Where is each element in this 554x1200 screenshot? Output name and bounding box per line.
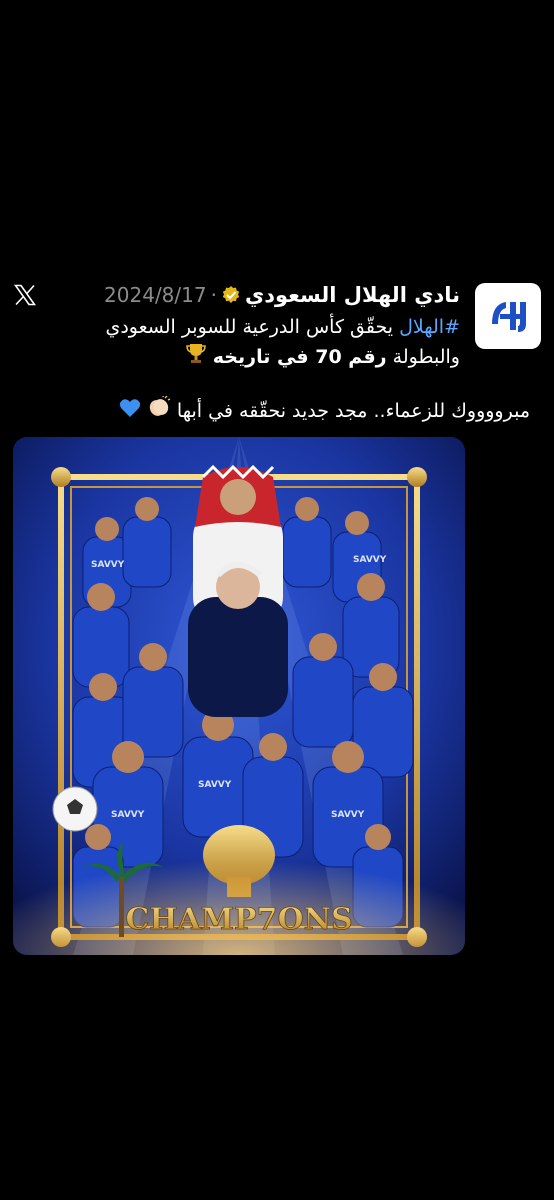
verified-badge-icon: [222, 286, 240, 303]
post-media-image[interactable]: SAVVY SAVVY SAVVY SAVVY SAVVY CHAMP7ONS: [13, 437, 465, 955]
post-line-1: #الهلال يحقّق كأس الدرعية للسوبر السعودي: [20, 312, 460, 342]
post-line-3: مبرووووك للزعماء.. مجد جديد نحقّقه في أب…: [20, 394, 530, 427]
x-logo-icon[interactable]: [13, 284, 37, 306]
al-hilal-logo-icon: [492, 302, 526, 332]
post-line-2: والبطولة رقم 70 في تاريخه: [20, 342, 460, 373]
champions-banner: CHAMP7ONS: [125, 902, 352, 937]
post-text: #الهلال يحقّق كأس الدرعية للسوبر السعودي…: [20, 312, 460, 373]
post-header: نادي الهلال السعودي · 2024/8/17: [104, 282, 460, 308]
post-line-2-text: والبطولة: [386, 346, 460, 368]
trophy-icon: [185, 342, 207, 373]
post-line-2-bold: رقم 70 في تاريخه: [212, 346, 387, 368]
post-date[interactable]: 2024/8/17: [104, 283, 207, 307]
kit-text-1: SAVVY: [91, 560, 125, 570]
post-line-1-text: يحقّق كأس الدرعية للسوبر السعودي: [105, 316, 400, 338]
kit-text-5: SAVVY: [198, 780, 232, 790]
hashtag-link[interactable]: #الهلال: [399, 316, 460, 338]
blue-heart-icon: [119, 397, 141, 427]
kit-text-2: SAVVY: [353, 555, 387, 565]
post-separator: ·: [210, 283, 217, 307]
post-line-3-text: مبرووووك للزعماء.. مجد جديد نحقّقه في أب…: [176, 400, 530, 422]
clapping-hands-icon: [147, 394, 171, 427]
account-avatar[interactable]: [475, 283, 541, 349]
account-name[interactable]: نادي الهلال السعودي: [245, 283, 460, 307]
